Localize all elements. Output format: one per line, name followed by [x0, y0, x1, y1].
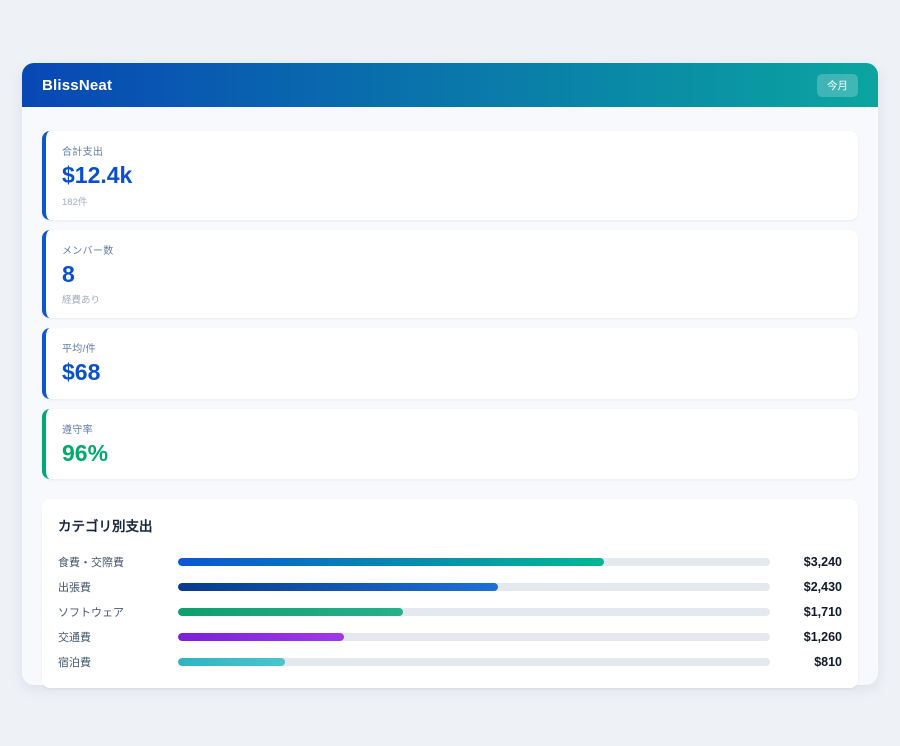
stat-label: メンバー数: [62, 242, 842, 257]
stat-value: $68: [62, 359, 842, 387]
stat-label: 遵守率: [62, 421, 842, 436]
category-label: 出張費: [58, 579, 178, 595]
category-spend-card: カテゴリ別支出 食費・交際費 $3,240 出張費 $2,430 ソフトウェア …: [42, 499, 858, 688]
category-amount: $2,430: [784, 580, 842, 594]
stat-label: 平均/件: [62, 340, 842, 355]
category-amount: $810: [784, 655, 842, 669]
category-label: 宿泊費: [58, 654, 178, 670]
dashboard-content: 合計支出 $12.4k 182件 メンバー数 8 経費あり 平均/件 $68 遵…: [22, 107, 878, 688]
category-row: 宿泊費 $810: [58, 649, 842, 674]
stat-sub: 経費あり: [62, 292, 842, 306]
category-row: 交通費 $1,260: [58, 624, 842, 649]
app-title: BlissNeat: [42, 77, 112, 94]
category-card-title: カテゴリ別支出: [58, 515, 842, 535]
category-bar-track: [178, 633, 770, 641]
stat-value: $12.4k: [62, 162, 842, 190]
stat-value: 8: [62, 261, 842, 289]
category-label: ソフトウェア: [58, 604, 178, 620]
category-amount: $3,240: [784, 555, 842, 569]
period-badge[interactable]: 今月: [817, 74, 858, 97]
category-row: 出張費 $2,430: [58, 574, 842, 599]
category-bar-track: [178, 608, 770, 616]
category-bar-fill: [178, 608, 403, 616]
app-header: BlissNeat 今月: [22, 63, 878, 107]
dashboard-card: BlissNeat 今月 合計支出 $12.4k 182件 メンバー数 8 経費…: [22, 63, 878, 685]
category-bar-fill: [178, 583, 498, 591]
stat-card-total-spend: 合計支出 $12.4k 182件: [42, 131, 858, 220]
category-label: 交通費: [58, 629, 178, 645]
category-bar-fill: [178, 633, 344, 641]
stat-label: 合計支出: [62, 143, 842, 158]
category-bar-fill: [178, 658, 285, 666]
category-bar-track: [178, 558, 770, 566]
category-bar-fill: [178, 558, 604, 566]
category-bar-track: [178, 658, 770, 666]
category-amount: $1,260: [784, 630, 842, 644]
category-bar-track: [178, 583, 770, 591]
category-amount: $1,710: [784, 605, 842, 619]
stat-card-average: 平均/件 $68: [42, 328, 858, 399]
stat-card-compliance: 遵守率 96%: [42, 409, 858, 480]
category-row: ソフトウェア $1,710: [58, 599, 842, 624]
stat-value: 96%: [62, 440, 842, 468]
stat-card-members: メンバー数 8 経費あり: [42, 230, 858, 319]
category-row: 食費・交際費 $3,240: [58, 549, 842, 574]
category-label: 食費・交際費: [58, 554, 178, 570]
stat-sub: 182件: [62, 194, 842, 208]
